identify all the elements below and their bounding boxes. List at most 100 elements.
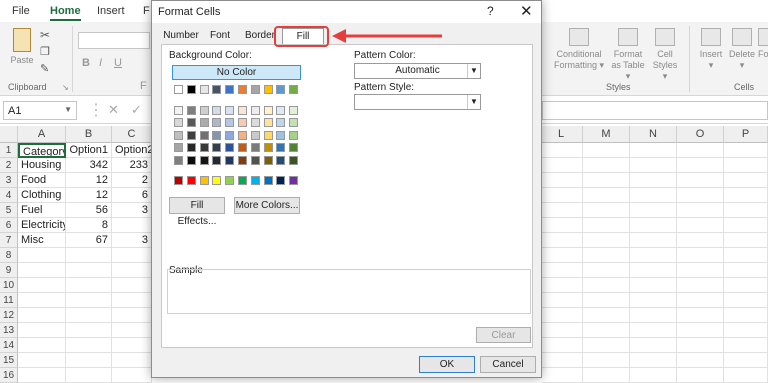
color-swatch[interactable] [199, 130, 209, 140]
cell[interactable] [583, 188, 630, 203]
row-header[interactable]: 2 [0, 158, 18, 173]
color-swatch[interactable] [289, 105, 299, 115]
font-name-box[interactable] [78, 32, 150, 49]
color-swatch[interactable] [212, 155, 222, 165]
color-swatch[interactable] [276, 118, 286, 127]
cell[interactable] [583, 143, 630, 158]
delete-cells-button[interactable]: Delete ▾ [728, 28, 756, 71]
format-cells-button[interactable]: Format [758, 28, 768, 60]
cell[interactable] [66, 323, 112, 338]
dialog-launcher-icon[interactable]: ↘ [62, 83, 69, 92]
cell[interactable]: 12 [66, 188, 112, 203]
color-swatch[interactable] [250, 143, 260, 152]
cell[interactable] [677, 233, 724, 248]
color-swatch[interactable] [238, 155, 247, 165]
cell[interactable] [112, 338, 152, 353]
tab-insert[interactable]: Insert [97, 5, 125, 17]
cell[interactable] [542, 338, 583, 353]
cell[interactable] [112, 353, 152, 368]
cell[interactable] [724, 263, 768, 278]
color-swatch[interactable] [212, 176, 222, 185]
color-swatch[interactable] [289, 130, 299, 140]
help-icon[interactable]: ? [487, 4, 494, 18]
cell[interactable] [724, 173, 768, 188]
column-header[interactable]: C [112, 126, 152, 143]
cell[interactable] [18, 248, 66, 263]
color-swatch[interactable] [225, 118, 235, 127]
cell[interactable] [724, 203, 768, 218]
cell[interactable] [630, 143, 677, 158]
cell[interactable] [18, 323, 66, 338]
cell[interactable] [542, 278, 583, 293]
cell[interactable] [677, 203, 724, 218]
color-swatch[interactable] [199, 176, 209, 185]
conditional-formatting-button[interactable]: Conditional Formatting ▾ [552, 28, 606, 71]
color-swatch[interactable] [289, 85, 299, 94]
color-swatch[interactable] [212, 105, 222, 115]
column-header[interactable]: N [630, 126, 677, 143]
cell[interactable] [18, 263, 66, 278]
no-color-button[interactable]: No Color [172, 65, 301, 80]
cell[interactable] [724, 368, 768, 383]
cell[interactable]: 8 [66, 218, 112, 233]
cell[interactable] [66, 278, 112, 293]
cell[interactable] [583, 158, 630, 173]
name-box[interactable]: A1 ▼ [3, 101, 77, 120]
row-header[interactable]: 9 [0, 263, 18, 278]
cell[interactable] [583, 248, 630, 263]
pattern-style-dropdown[interactable]: ▼ [354, 94, 481, 110]
tab-number[interactable]: Number [160, 28, 202, 44]
cell[interactable] [724, 278, 768, 293]
color-swatch[interactable] [276, 105, 286, 115]
cell[interactable] [630, 308, 677, 323]
paste-button[interactable]: Paste [8, 28, 36, 66]
color-swatch[interactable] [276, 85, 286, 94]
cell[interactable] [112, 293, 152, 308]
cell[interactable] [583, 278, 630, 293]
tab-font[interactable]: Font [204, 28, 236, 44]
color-swatch[interactable] [263, 155, 273, 165]
cell[interactable] [542, 263, 583, 278]
cell[interactable]: Fuel [18, 203, 66, 218]
column-header[interactable]: M [583, 126, 630, 143]
cell[interactable] [18, 368, 66, 383]
select-all-corner[interactable] [0, 126, 18, 143]
cell[interactable] [583, 233, 630, 248]
cell[interactable]: Misc [18, 233, 66, 248]
cell[interactable] [542, 308, 583, 323]
color-swatch[interactable] [250, 105, 260, 115]
row-header[interactable]: 6 [0, 218, 18, 233]
color-swatch[interactable] [199, 118, 209, 127]
cell[interactable] [677, 368, 724, 383]
color-swatch[interactable] [250, 176, 260, 185]
cell[interactable] [630, 188, 677, 203]
cell[interactable] [542, 188, 583, 203]
color-swatch[interactable] [174, 130, 183, 140]
cell[interactable] [583, 293, 630, 308]
chevron-down-icon[interactable]: ▼ [64, 105, 72, 114]
cell[interactable]: Food [18, 173, 66, 188]
cell[interactable] [18, 353, 66, 368]
color-swatch[interactable] [186, 176, 196, 185]
cell[interactable] [630, 203, 677, 218]
cell[interactable] [583, 263, 630, 278]
cell[interactable]: Clothing [18, 188, 66, 203]
color-swatch[interactable] [289, 118, 299, 127]
row-header[interactable]: 8 [0, 248, 18, 263]
color-swatch[interactable] [186, 130, 196, 140]
cell[interactable] [677, 353, 724, 368]
row-header[interactable]: 13 [0, 323, 18, 338]
cell[interactable] [630, 293, 677, 308]
cell[interactable] [112, 308, 152, 323]
cell[interactable] [66, 368, 112, 383]
cell[interactable] [677, 278, 724, 293]
color-swatch[interactable] [238, 143, 247, 152]
color-swatch[interactable] [225, 143, 235, 152]
color-swatch[interactable] [276, 155, 286, 165]
cell[interactable] [542, 143, 583, 158]
color-swatch[interactable] [250, 155, 260, 165]
cell[interactable] [66, 263, 112, 278]
row-header[interactable]: 10 [0, 278, 18, 293]
cell[interactable] [112, 263, 152, 278]
cell[interactable] [630, 158, 677, 173]
